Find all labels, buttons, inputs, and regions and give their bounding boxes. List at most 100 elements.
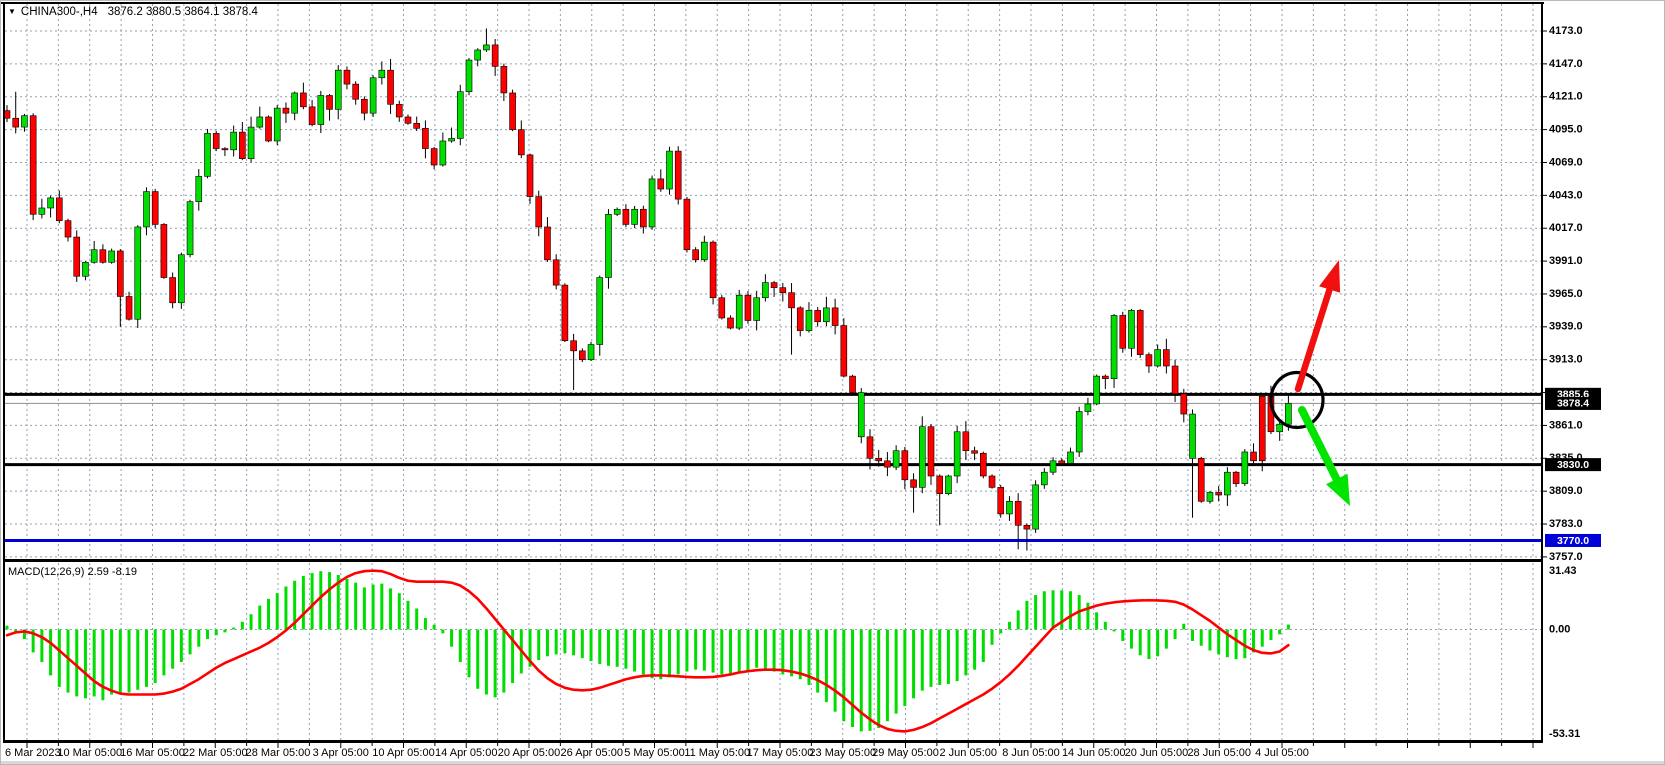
bull-candle [1111, 315, 1117, 378]
bear-candle [388, 70, 394, 104]
macd-histogram-bar [1069, 591, 1072, 629]
bear-candle [884, 461, 890, 467]
window-bottom-edge [1, 761, 1664, 764]
macd-histogram-bar [964, 630, 967, 676]
macd-histogram-bar [485, 630, 488, 695]
macd-histogram-bar [58, 630, 61, 687]
bull-candle [335, 70, 341, 109]
bear-candle [640, 209, 646, 227]
price-axis-label: 3783.0 [1549, 518, 1583, 530]
time-axis-label: 26 Apr 05:00 [561, 747, 623, 759]
macd-histogram-bar [389, 588, 392, 629]
bear-candle [1120, 315, 1126, 348]
macd-histogram-bar [581, 630, 584, 659]
bear-candle [300, 93, 306, 107]
bear-candle [553, 260, 559, 285]
bull-candle [466, 60, 472, 92]
macd-histogram-bar [842, 630, 845, 722]
bull-candle [21, 116, 27, 127]
price-level-badge-label: 3830.0 [1557, 459, 1589, 471]
symbol-dropdown-icon[interactable]: ▼ [8, 7, 16, 16]
bear-candle [980, 453, 986, 476]
bear-candle [510, 93, 516, 130]
bull-candle [1224, 472, 1230, 495]
macd-histogram-bar [651, 630, 654, 679]
bear-candle [623, 209, 629, 224]
price-chart-canvas[interactable]: 4173.04147.04121.04095.04069.04043.04017… [1, 1, 1665, 765]
bull-candle [187, 202, 193, 255]
macd-histogram-bar [851, 630, 854, 728]
bull-candle [196, 176, 202, 201]
macd-histogram-bar [938, 630, 941, 685]
macd-histogram-bar [119, 630, 122, 694]
macd-histogram-bar [1130, 630, 1133, 649]
bear-candle [675, 151, 681, 199]
bull-candle [475, 50, 481, 60]
time-axis-label: 28 Mar 05:00 [246, 747, 311, 759]
bear-candle [344, 70, 350, 84]
price-axis-label: 3757.0 [1549, 551, 1583, 563]
macd-histogram-bar [703, 630, 706, 671]
bull-candle [91, 250, 97, 263]
price-level-badge-label: 3878.4 [1557, 398, 1589, 410]
price-level-badge-label: 3770.0 [1557, 535, 1589, 547]
bull-candle [82, 262, 88, 276]
macd-histogram-bar [694, 630, 697, 670]
bear-candle [963, 432, 969, 451]
macd-histogram-bar [1235, 630, 1238, 660]
bear-candle [213, 133, 219, 148]
bear-candle [1233, 472, 1239, 483]
price-axis-label: 4095.0 [1549, 124, 1583, 136]
macd-histogram-bar [624, 630, 627, 669]
time-axis-label: 10 Apr 05:00 [372, 747, 434, 759]
macd-histogram-bar [6, 626, 9, 630]
time-axis-label: 6 Mar 2023 [5, 747, 61, 759]
macd-histogram-bar [441, 630, 444, 634]
macd-histogram-bar [1182, 624, 1185, 630]
bull-candle [919, 427, 925, 488]
bull-candle [1207, 492, 1213, 501]
macd-histogram-bar [215, 630, 218, 636]
bull-candle [248, 127, 254, 159]
macd-histogram-bar [468, 630, 471, 678]
bear-candle [283, 108, 289, 113]
bear-candle [998, 487, 1004, 514]
bear-candle [832, 308, 838, 326]
bull-candle [1128, 310, 1134, 348]
bear-candle [1216, 492, 1222, 495]
macd-histogram-bar [1200, 630, 1203, 646]
macd-histogram-bar [781, 630, 784, 675]
trading-chart-window: 4173.04147.04121.04095.04069.04043.04017… [0, 0, 1665, 765]
price-axis-label: 4173.0 [1549, 25, 1583, 37]
bear-candle [710, 242, 716, 298]
macd-histogram-bar [67, 630, 70, 693]
bear-candle [937, 476, 943, 494]
macd-histogram-bar [1025, 601, 1028, 630]
bear-candle [797, 308, 803, 331]
bull-candle [39, 208, 45, 214]
bear-candle [544, 227, 550, 260]
macd-histogram-bar [1043, 591, 1046, 629]
bear-candle [117, 251, 123, 297]
bull-candle [449, 138, 455, 141]
time-axis[interactable]: 6 Mar 202310 Mar 05:0016 Mar 05:0022 Mar… [5, 747, 1309, 759]
macd-histogram-bar [685, 630, 688, 672]
macd-histogram-bar [450, 630, 453, 647]
macd-histogram-bar [677, 630, 680, 675]
ohlc-readout: 3876.2 3880.5 3864.1 3878.4 [108, 6, 258, 18]
bull-candle [945, 476, 951, 494]
bear-candle [396, 104, 402, 117]
bear-candle [266, 117, 272, 141]
bear-candle [719, 298, 725, 318]
macd-histogram-bar [267, 599, 270, 630]
bull-candle [1033, 485, 1039, 529]
bull-candle [231, 132, 237, 150]
macd-histogram-bar [546, 630, 549, 657]
bull-candle [597, 278, 603, 345]
macd-histogram-bar [790, 630, 793, 677]
macd-histogram-bar [1017, 610, 1020, 629]
bull-candle [1285, 403, 1291, 424]
bear-candle [1181, 394, 1187, 414]
macd-histogram-bar [816, 630, 819, 693]
bear-candle [518, 130, 524, 155]
